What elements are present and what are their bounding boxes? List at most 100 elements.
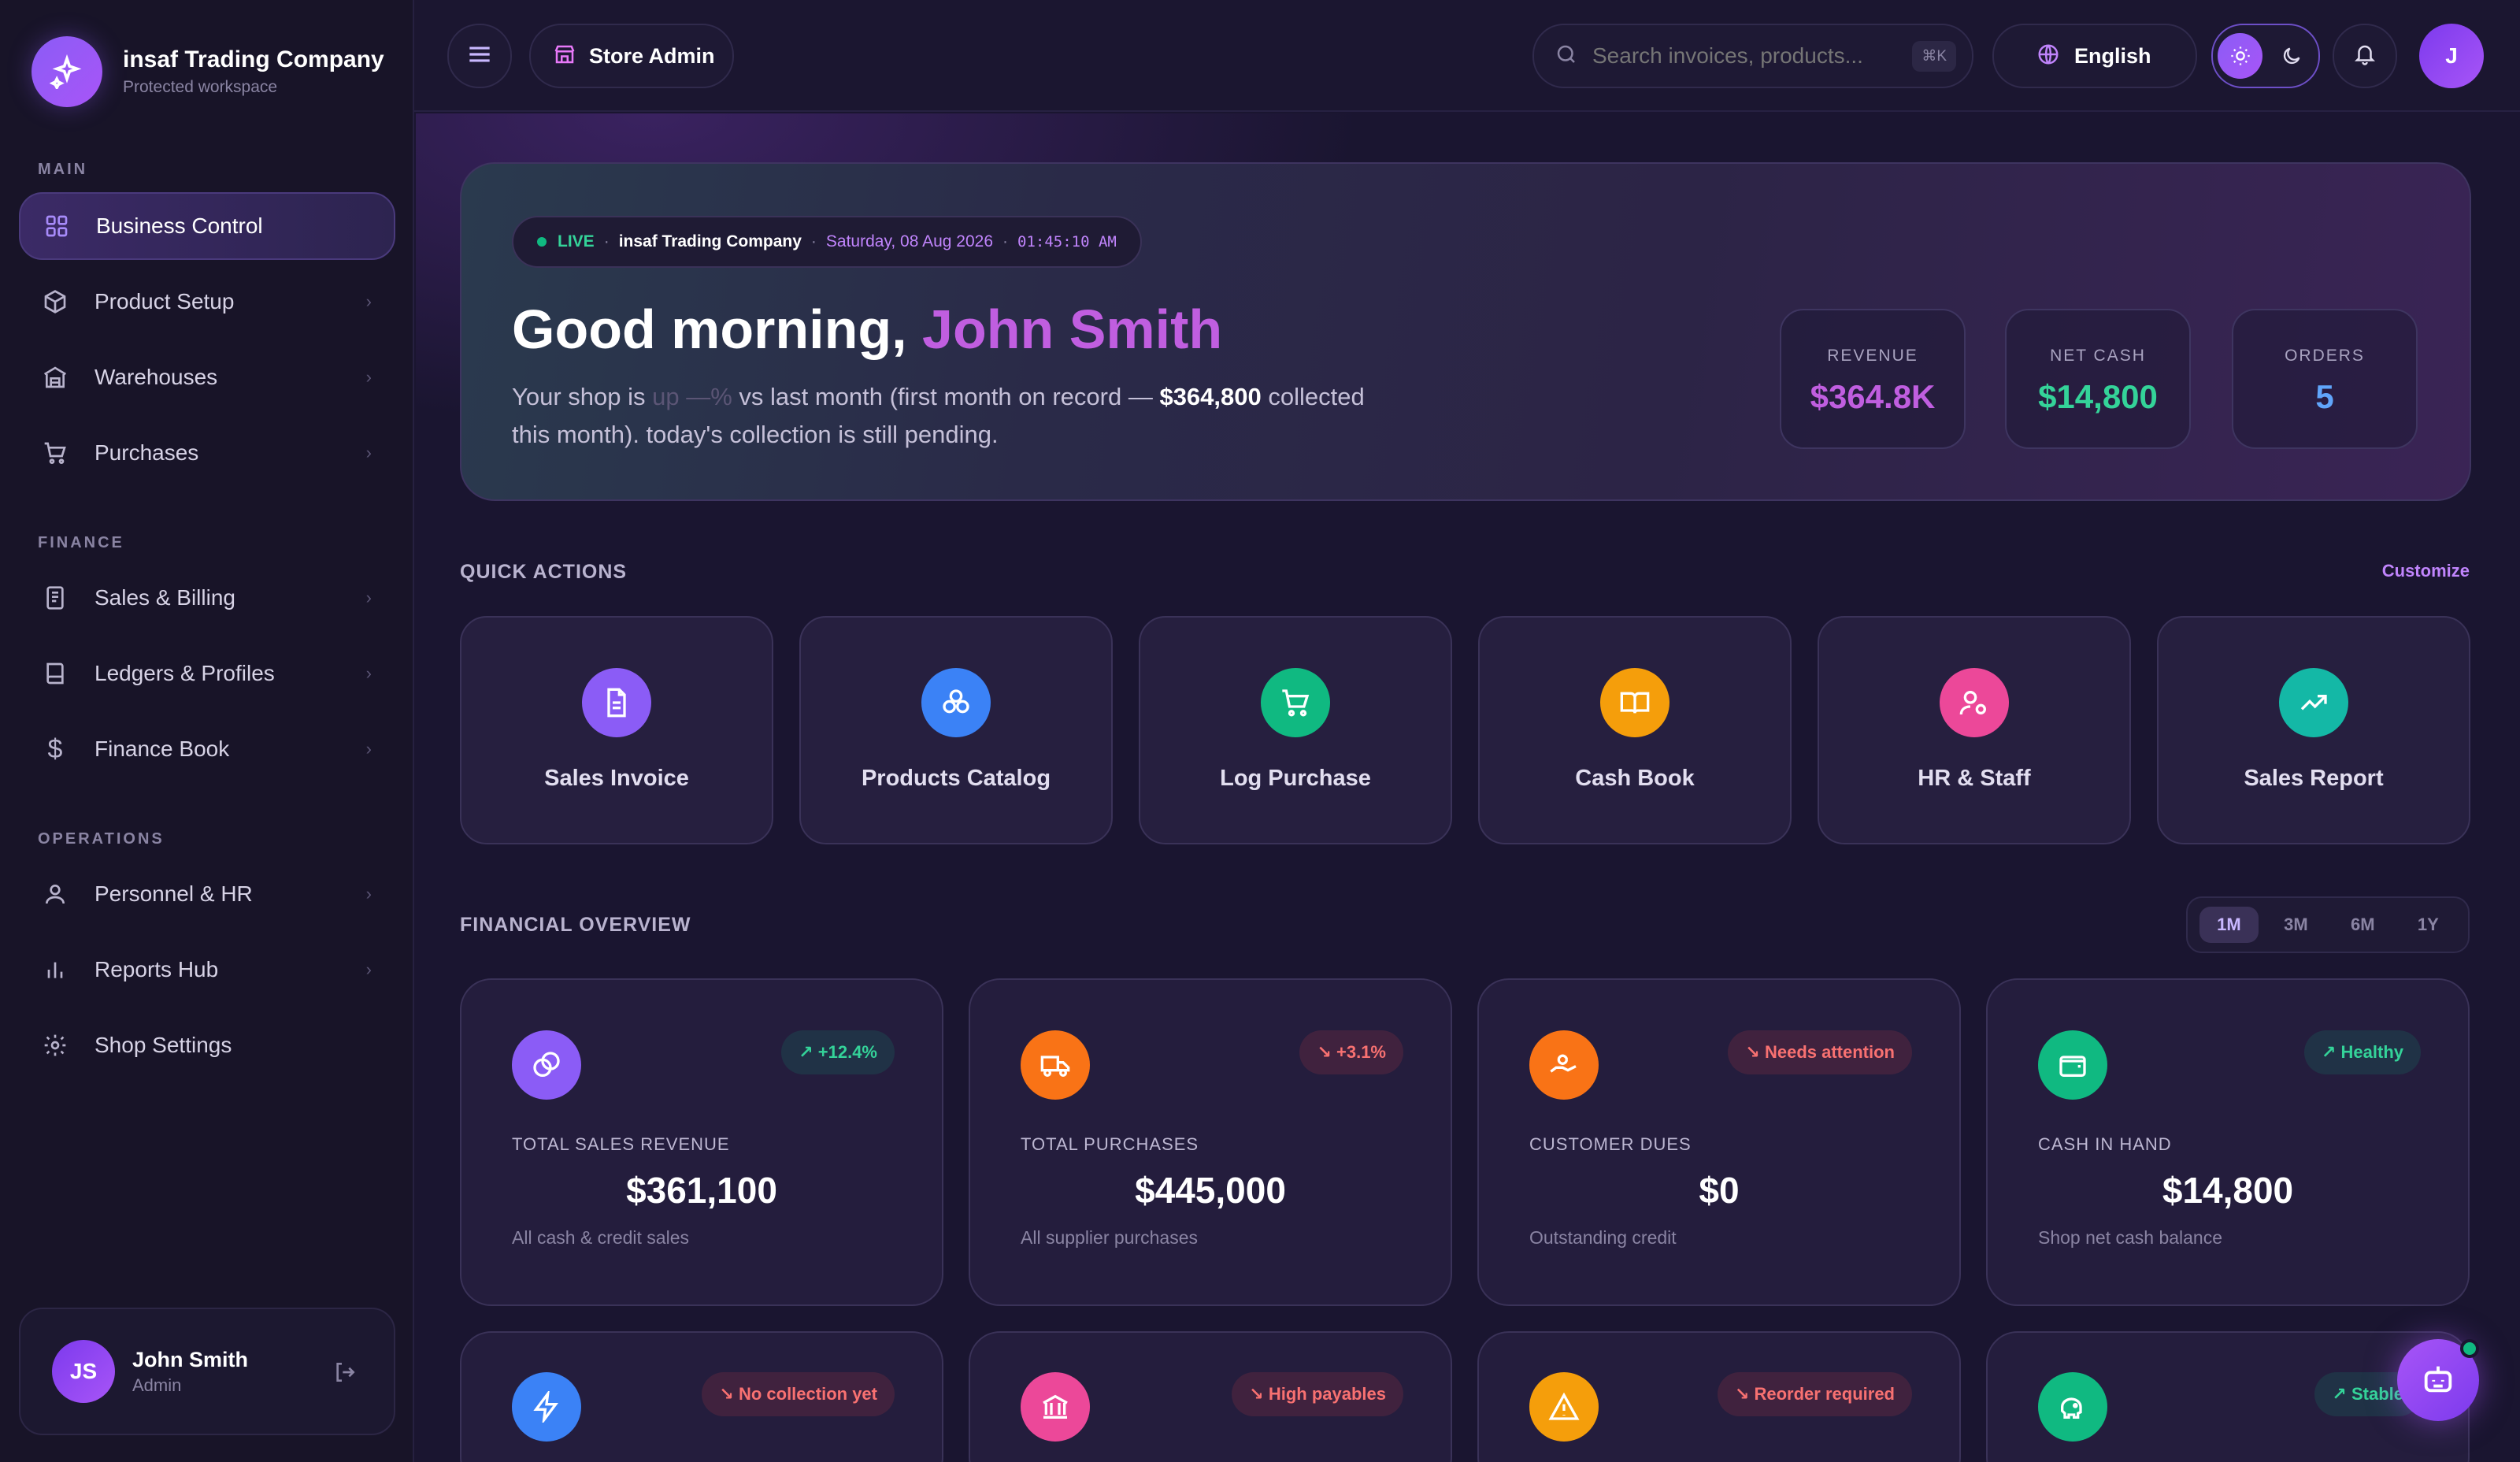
hero-description: Your shop is up —% vs last month (first …: [512, 378, 1394, 454]
stat-orders: ORDERS 5: [2232, 309, 2418, 449]
card-cash-in-hand[interactable]: ↗ Healthy CASH IN HAND $14,800 Shop net …: [1986, 978, 2470, 1306]
quick-action-sales-report[interactable]: Sales Report: [2157, 616, 2470, 844]
sidebar-item-personnel-hr[interactable]: Personnel & HR ›: [19, 860, 395, 928]
card-amount: $0: [1699, 1170, 1740, 1211]
moon-icon[interactable]: [2269, 33, 2314, 79]
search-bar[interactable]: ⌘K: [1532, 24, 1973, 88]
sparkle-icon: [32, 36, 102, 107]
nav-section-finance: FINANCE: [38, 534, 124, 551]
bank-icon: [1021, 1372, 1090, 1442]
sidebar-item-shop-settings[interactable]: Shop Settings: [19, 1011, 395, 1079]
sidebar-item-warehouses[interactable]: Warehouses ›: [19, 343, 395, 411]
box-icon: [39, 286, 71, 317]
quick-action-log-purchase[interactable]: Log Purchase: [1139, 616, 1452, 844]
range-3m[interactable]: 3M: [2266, 907, 2325, 943]
logout-icon[interactable]: [332, 1360, 358, 1389]
quick-action-label: Sales Invoice: [544, 766, 689, 791]
sidebar-item-label: Reports Hub: [94, 957, 219, 981]
bar-chart-icon: [39, 954, 71, 985]
badge-text: Reorder required: [1754, 1384, 1896, 1404]
sidebar-item-label: Product Setup: [94, 289, 235, 314]
quick-action-sales-invoice[interactable]: Sales Invoice: [460, 616, 773, 844]
store-admin-button[interactable]: Store Admin: [529, 24, 734, 88]
card-customer-dues[interactable]: ↘ Needs attention CUSTOMER DUES $0 Outst…: [1477, 978, 1961, 1306]
greeting-heading: Good morning, John Smith: [512, 298, 1222, 361]
sidebar-item-product-setup[interactable]: Product Setup ›: [19, 268, 395, 336]
search-input[interactable]: [1592, 43, 1892, 69]
sun-icon[interactable]: [2218, 33, 2262, 79]
customize-link[interactable]: Customize: [2382, 561, 2470, 581]
desc-part: vs last month (first month on record —: [732, 383, 1160, 410]
trend-badge: ↗ +12.4%: [781, 1030, 895, 1074]
card-collection[interactable]: ↘ No collection yet: [460, 1331, 943, 1462]
sidebar-item-label: Shop Settings: [94, 1033, 232, 1057]
sidebar-item-finance-book[interactable]: $ Finance Book ›: [19, 715, 395, 783]
sidebar-item-business-control[interactable]: Business Control: [19, 192, 395, 260]
notifications-button[interactable]: [2333, 24, 2397, 88]
theme-toggle[interactable]: [2211, 24, 2320, 88]
chevron-right-icon: ›: [365, 663, 372, 683]
greeting-text: Good morning,: [512, 299, 907, 360]
avatar[interactable]: J: [2419, 24, 2484, 88]
card-reorder[interactable]: ↘ Reorder required: [1477, 1331, 1961, 1462]
range-1m[interactable]: 1M: [2199, 907, 2259, 943]
menu-button[interactable]: [447, 24, 512, 88]
stat-net-cash: NET CASH $14,800: [2005, 309, 2191, 449]
brand-subtitle: Protected workspace: [123, 78, 278, 96]
badge-text: No collection yet: [738, 1384, 877, 1404]
user-icon: [39, 878, 71, 910]
badge-text: High payables: [1268, 1384, 1386, 1404]
card-payables[interactable]: ↘ High payables: [969, 1331, 1452, 1462]
company-name: insaf Trading Company: [618, 232, 802, 250]
lightning-icon: [512, 1372, 581, 1442]
quick-action-label: Cash Book: [1575, 766, 1695, 791]
range-6m[interactable]: 6M: [2333, 907, 2392, 943]
live-status-chip: LIVE · insaf Trading Company · Saturday,…: [512, 216, 1142, 268]
sidebar-item-label: Purchases: [94, 440, 199, 465]
chevron-right-icon: ›: [365, 367, 372, 387]
stat-value: $14,800: [2038, 378, 2158, 415]
avatar: JS: [52, 1340, 115, 1403]
language-selector[interactable]: English: [1992, 24, 2197, 88]
topbar: Store Admin ⌘K English J: [414, 0, 2520, 112]
sidebar-item-reports-hub[interactable]: Reports Hub ›: [19, 936, 395, 1004]
card-total-sales-revenue[interactable]: ↗ +12.4% TOTAL SALES REVENUE $361,100 Al…: [460, 978, 943, 1306]
live-dot: [537, 237, 547, 247]
quick-action-products-catalog[interactable]: Products Catalog: [799, 616, 1113, 844]
sidebar-item-ledgers-profiles[interactable]: Ledgers & Profiles ›: [19, 640, 395, 707]
quick-action-cash-book[interactable]: Cash Book: [1478, 616, 1792, 844]
range-selector: 1M 3M 6M 1Y: [2186, 896, 2470, 953]
user-role: Admin: [132, 1375, 182, 1395]
cart-icon: [1261, 668, 1330, 737]
date-text: Saturday, 08 Aug 2026: [825, 232, 994, 250]
card-total-purchases[interactable]: ↘ +3.1% TOTAL PURCHASES $445,000 All sup…: [969, 978, 1452, 1306]
sidebar-item-purchases[interactable]: Purchases ›: [19, 419, 395, 487]
chevron-right-icon: ›: [365, 884, 372, 904]
sidebar-item-label: Business Control: [96, 213, 263, 238]
live-label: LIVE: [558, 232, 595, 250]
receipt-icon: [39, 582, 71, 614]
financial-overview-title: FINANCIAL OVERVIEW: [460, 914, 691, 936]
chevron-right-icon: ›: [365, 291, 372, 311]
card-title: CASH IN HAND: [2038, 1134, 2172, 1154]
dollar-icon: $: [47, 733, 63, 764]
sidebar-item-label: Personnel & HR: [94, 881, 253, 906]
range-1y[interactable]: 1Y: [2400, 907, 2456, 943]
assistant-bot-button[interactable]: [2397, 1339, 2479, 1421]
hero-banner: LIVE · insaf Trading Company · Saturday,…: [460, 162, 2471, 501]
search-shortcut: ⌘K: [1912, 40, 1956, 72]
piggy-bank-icon: [2038, 1372, 2107, 1442]
sidebar-item-sales-billing[interactable]: Sales & Billing ›: [19, 564, 395, 632]
user-card[interactable]: JS John Smith Admin: [19, 1308, 395, 1435]
sidebar-item-label: Warehouses: [94, 365, 218, 389]
trend-badge: ↘ +3.1%: [1299, 1030, 1403, 1074]
quick-action-hr-staff[interactable]: HR & Staff: [1818, 616, 2131, 844]
desc-amount: $364,800: [1159, 383, 1262, 410]
grid-icon: [41, 210, 72, 242]
sidebar-item-label: Ledgers & Profiles: [94, 661, 275, 685]
brand[interactable]: insaf Trading Company Protected workspac…: [32, 36, 384, 107]
cart-icon: [39, 437, 71, 469]
card-savings[interactable]: ↗ Stable: [1986, 1331, 2470, 1462]
card-subtitle: Shop net cash balance: [2038, 1227, 2223, 1248]
card-subtitle: All supplier purchases: [1021, 1227, 1199, 1248]
